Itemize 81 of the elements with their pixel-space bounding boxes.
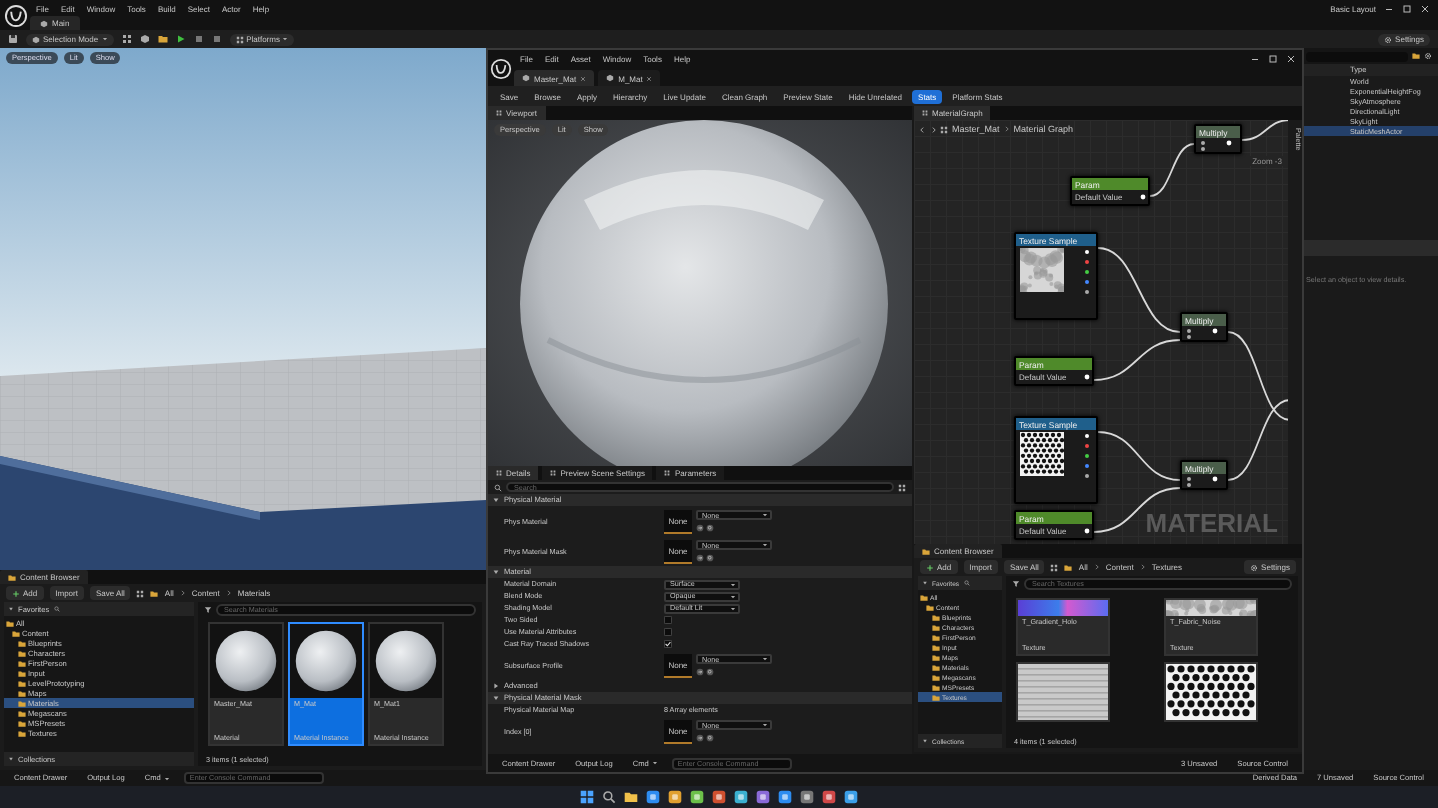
pins-icon[interactable] — [1199, 140, 1231, 152]
wire — [1149, 143, 1195, 197]
folder-icon — [1064, 563, 1073, 571]
grid-icon[interactable] — [496, 470, 502, 476]
arrow-circle-icon[interactable] — [696, 553, 704, 562]
pin-icon[interactable] — [1139, 194, 1145, 200]
search-icon[interactable] — [602, 790, 616, 804]
pins-icon[interactable] — [1083, 432, 1089, 480]
wire — [1227, 399, 1290, 481]
grid-icon[interactable] — [235, 35, 244, 43]
wire — [1227, 331, 1290, 421]
magnifier-circle-icon[interactable] — [706, 667, 714, 676]
cube-icon[interactable] — [606, 74, 615, 82]
folder-icon — [157, 34, 168, 44]
filter-icon[interactable] — [204, 605, 212, 614]
wire — [1093, 339, 1181, 381]
settings-icon[interactable] — [1250, 563, 1259, 571]
folder-icon[interactable] — [624, 790, 638, 804]
expand-arrow-icon[interactable] — [492, 496, 500, 504]
cube-icon[interactable] — [139, 34, 150, 44]
checkbox[interactable] — [664, 628, 672, 636]
close-icon[interactable] — [1286, 54, 1296, 64]
grid-icon[interactable] — [121, 34, 132, 44]
pins-icon[interactable] — [1185, 476, 1217, 488]
folder-icon — [150, 589, 159, 597]
search-icon[interactable] — [963, 580, 970, 586]
engine-logo-icon[interactable] — [3, 3, 27, 27]
cube-icon[interactable] — [522, 74, 530, 82]
grid-icon[interactable] — [550, 470, 557, 476]
sphere-thumbnail[interactable] — [290, 624, 362, 699]
expand-arrow-icon[interactable] — [8, 606, 14, 612]
filter-icon[interactable] — [1012, 580, 1020, 588]
search-icon[interactable] — [494, 483, 502, 491]
details-header — [1300, 240, 1438, 256]
grid-icon[interactable] — [940, 125, 948, 133]
search-icon[interactable] — [53, 606, 60, 612]
magnifier-circle-icon[interactable] — [706, 553, 714, 562]
arrow-circle-icon[interactable] — [696, 667, 704, 676]
grid-icon[interactable] — [496, 110, 502, 116]
close-icon[interactable] — [646, 75, 653, 81]
close-icon[interactable] — [1420, 3, 1430, 13]
settings-icon[interactable] — [1384, 35, 1393, 43]
noise-texture-thumbnail[interactable] — [1166, 600, 1256, 616]
settings-icon[interactable] — [1424, 52, 1432, 60]
arrow-circle-icon[interactable] — [696, 733, 704, 742]
grid-icon[interactable] — [898, 483, 906, 491]
magnifier-circle-icon[interactable] — [706, 733, 714, 742]
maximize-icon[interactable] — [1268, 54, 1278, 64]
gradient-texture-thumbnail[interactable] — [1018, 600, 1108, 616]
expand-arrow-icon[interactable] — [922, 580, 928, 586]
checkbox[interactable] — [664, 616, 672, 624]
plus-icon — [926, 563, 934, 571]
maximize-icon[interactable] — [1402, 3, 1412, 13]
magnifier-circle-icon[interactable] — [706, 523, 714, 532]
expand-arrow-icon[interactable] — [922, 738, 928, 744]
sphere-thumbnail[interactable] — [210, 624, 282, 699]
expand-arrow-icon[interactable] — [492, 694, 500, 702]
grid-icon[interactable] — [664, 470, 671, 476]
pin-icon[interactable] — [1083, 528, 1089, 534]
pin-icon[interactable] — [1083, 374, 1089, 380]
start-icon[interactable] — [580, 790, 594, 804]
pins-icon[interactable] — [1185, 328, 1217, 340]
pins-icon[interactable] — [1083, 248, 1089, 296]
expand-arrow-icon[interactable] — [8, 756, 14, 762]
expand-arrow-icon[interactable] — [492, 682, 500, 690]
save-icon[interactable] — [8, 34, 18, 44]
dots-texture-thumbnail[interactable] — [1019, 432, 1063, 476]
wire — [1097, 431, 1181, 481]
sphere-thumbnail[interactable] — [370, 624, 442, 699]
expand-arrow-icon[interactable] — [492, 568, 500, 576]
checkbox[interactable] — [664, 640, 672, 648]
wire — [1097, 247, 1181, 333]
back-forward-icon[interactable] — [920, 125, 936, 133]
grid-icon[interactable] — [922, 110, 928, 116]
play-icon[interactable] — [175, 34, 186, 44]
arrow-circle-icon[interactable] — [696, 523, 704, 532]
folder-icon — [1412, 52, 1420, 60]
wire — [1241, 120, 1290, 141]
noise-texture-thumbnail[interactable] — [1019, 248, 1063, 292]
plus-icon — [12, 589, 20, 597]
engine-logo-icon[interactable] — [490, 57, 512, 79]
